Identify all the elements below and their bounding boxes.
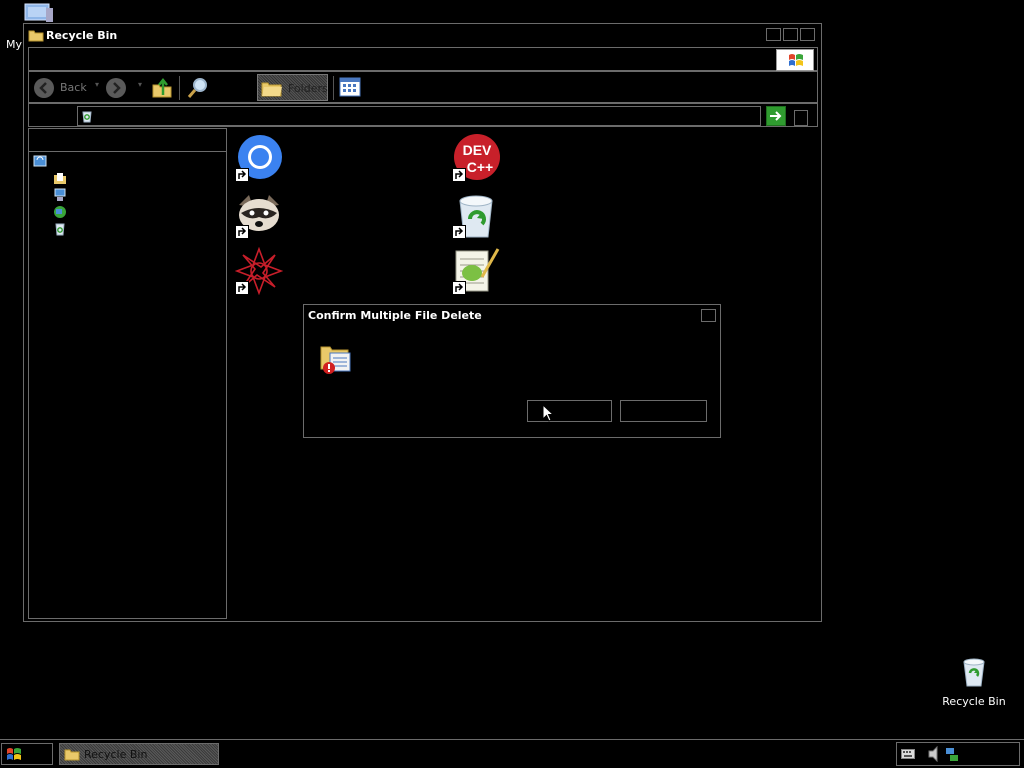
recycle-bin-small-icon <box>82 111 92 123</box>
my-computer-icon[interactable] <box>24 2 54 24</box>
folders-button[interactable]: Folders <box>257 74 328 101</box>
my-computer-tree-icon[interactable] <box>53 188 67 202</box>
menu-bar[interactable] <box>28 47 818 71</box>
shortcut-notepad-plus-plus[interactable] <box>452 247 500 295</box>
dialog-title: Confirm Multiple File Delete <box>308 309 482 322</box>
forward-dropdown-icon[interactable]: ▾ <box>138 80 142 89</box>
windows-flag-logo <box>776 49 814 71</box>
my-documents-tree-icon[interactable] <box>53 171 67 185</box>
yes-button[interactable] <box>527 400 612 422</box>
speaker-icon[interactable] <box>927 746 941 762</box>
views-button[interactable] <box>339 77 363 99</box>
shortcut-arrow-icon <box>452 281 466 295</box>
shortcut-arrow-icon <box>452 225 466 239</box>
back-dropdown-icon[interactable]: ▾ <box>95 80 99 89</box>
title-bar[interactable]: Recycle Bin <box>24 24 821 46</box>
address-field[interactable] <box>77 106 808 126</box>
folders-icon <box>261 82 282 97</box>
up-folder-icon <box>152 77 172 98</box>
shortcut-devcpp[interactable]: DEV C++ <box>452 134 500 182</box>
shortcut-arrow-icon <box>235 281 249 295</box>
window-title: Recycle Bin <box>46 29 118 42</box>
shortcut-starburst-app[interactable] <box>234 246 284 296</box>
svg-text:DEV: DEV <box>463 142 492 158</box>
back-label: Back <box>60 81 87 94</box>
address-bar <box>28 103 818 127</box>
windows-logo-icon <box>7 748 21 760</box>
minimize-button[interactable] <box>766 28 781 41</box>
dialog-close-button[interactable] <box>701 309 716 322</box>
up-folder-button[interactable] <box>151 77 173 99</box>
shortcut-chrome[interactable] <box>235 134 283 182</box>
windows-logo-icon <box>789 54 803 66</box>
folder-tree-header <box>29 129 226 152</box>
taskbar: Recycle Bin <box>0 739 1024 768</box>
forward-arrow-icon <box>106 78 126 98</box>
toolbar: Back ▾ ▾ Folders <box>28 71 818 103</box>
network-places-tree-icon[interactable] <box>53 205 67 219</box>
folder-icon <box>28 30 44 42</box>
back-arrow-icon <box>34 78 54 98</box>
search-button[interactable] <box>186 76 210 100</box>
forward-button[interactable] <box>105 77 129 99</box>
system-tray <box>896 742 1020 766</box>
folder-warning-icon <box>320 346 351 374</box>
svg-text:C++: C++ <box>467 159 493 175</box>
search-icon <box>187 78 207 98</box>
back-button[interactable]: Back <box>33 77 93 99</box>
shortcut-arrow-icon <box>452 168 466 182</box>
shortcut-arrow-icon <box>235 168 249 182</box>
no-button[interactable] <box>620 400 707 422</box>
address-dropdown-button[interactable] <box>794 110 808 126</box>
mouse-cursor-icon <box>542 404 554 422</box>
folder-tree-pane <box>28 128 227 619</box>
desktop-recycle-bin[interactable]: Recycle Bin <box>940 656 1008 708</box>
keyboard-icon[interactable] <box>901 749 915 759</box>
recycle-bin-tree-icon[interactable] <box>53 222 67 236</box>
shortcut-arrow-icon <box>235 225 249 239</box>
maximize-button[interactable] <box>783 28 798 41</box>
recycle-bin-label: Recycle Bin <box>942 695 1006 708</box>
network-icon[interactable] <box>945 746 959 762</box>
close-button[interactable] <box>800 28 815 41</box>
taskbar-button-label: Recycle Bin <box>84 748 148 761</box>
my-computer-label[interactable]: My <box>6 38 22 51</box>
desktop-tree-icon[interactable] <box>33 155 47 169</box>
shortcut-raccoon-app[interactable] <box>235 191 283 239</box>
shortcut-recycle-bin[interactable] <box>452 191 500 239</box>
folders-label: Folders <box>288 82 328 95</box>
start-button[interactable] <box>1 743 53 765</box>
views-grid-icon <box>339 77 361 97</box>
go-button[interactable] <box>766 106 786 126</box>
taskbar-recycle-bin-button[interactable]: Recycle Bin <box>59 743 219 765</box>
folder-icon <box>64 749 80 761</box>
confirm-delete-dialog: Confirm Multiple File Delete <box>303 304 721 438</box>
go-arrow-icon <box>770 111 782 121</box>
recycle-bin-icon <box>963 658 985 687</box>
